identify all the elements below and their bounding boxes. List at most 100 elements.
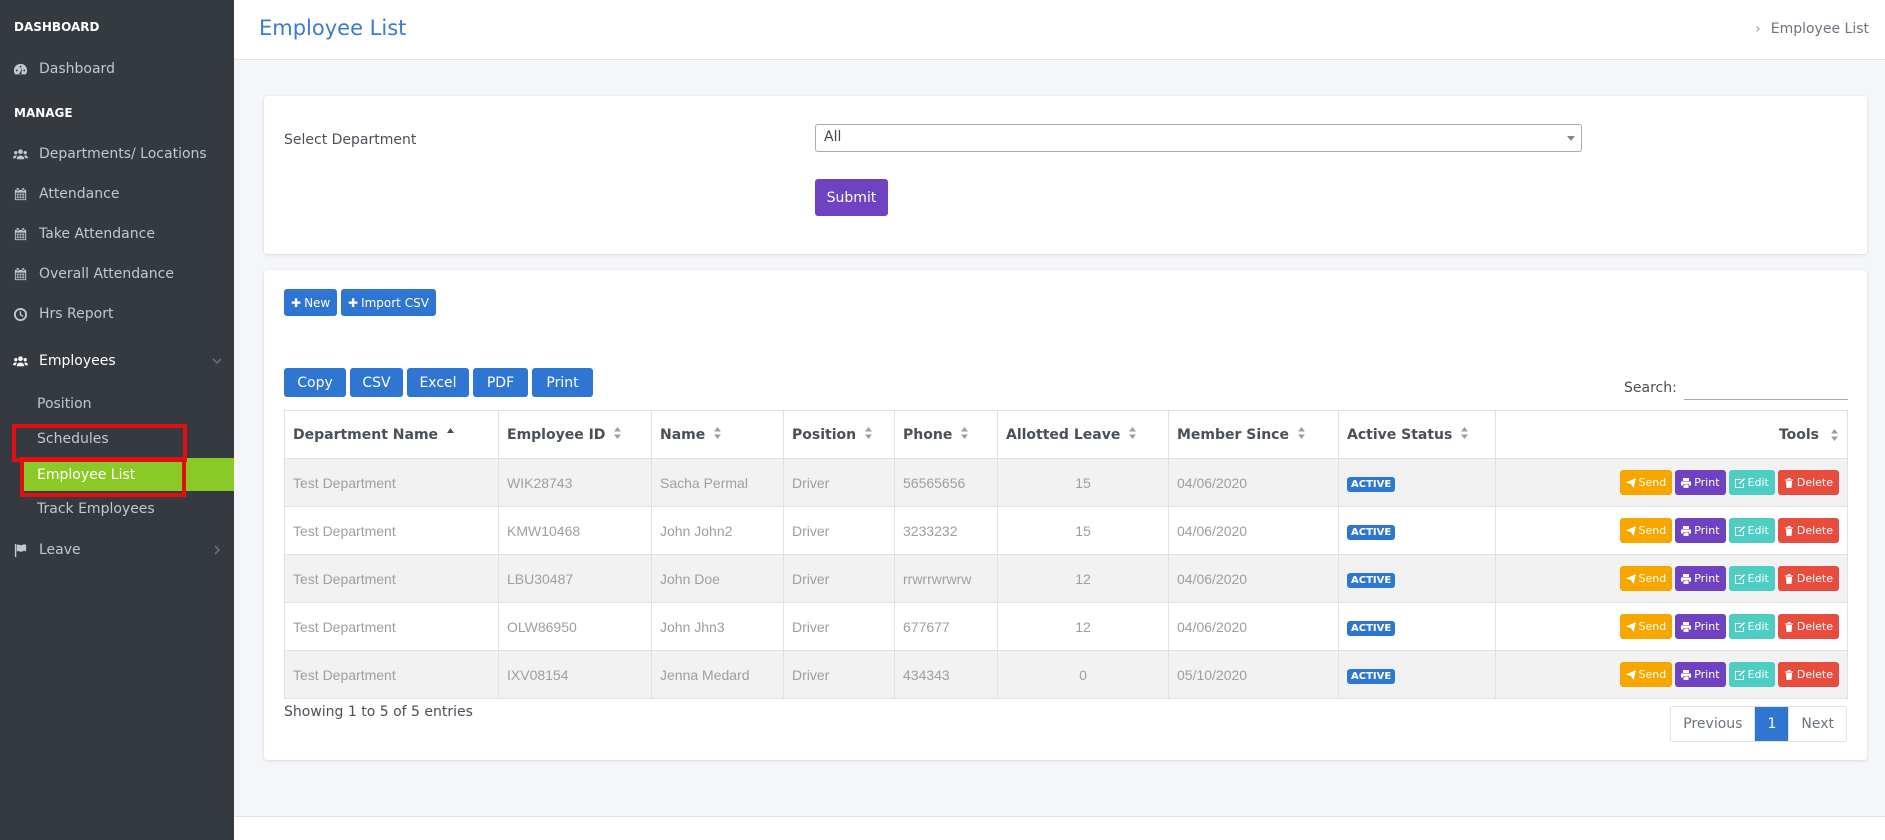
edit-button[interactable]: Edit	[1728, 614, 1775, 639]
sidebar-subitem-schedules[interactable]: Schedules	[0, 423, 234, 455]
edit-button[interactable]: Edit	[1728, 566, 1775, 591]
breadcrumb-current[interactable]: Employee List	[1771, 21, 1869, 37]
department-select[interactable]: All	[815, 124, 1582, 152]
sidebar-item-take-attendance[interactable]: Take Attendance	[0, 216, 234, 252]
cell-name: Jenna Medard	[651, 650, 784, 699]
table-row: Test Department WIK28743 Sacha Permal Drive…	[284, 458, 1848, 507]
column-header-name[interactable]: Name	[651, 410, 784, 459]
next-page-button[interactable]: Next	[1789, 707, 1846, 741]
print-button[interactable]: Print	[1675, 518, 1726, 543]
sort-icon	[713, 426, 722, 443]
submit-button[interactable]: Submit	[815, 179, 888, 216]
delete-button[interactable]: Delete	[1777, 518, 1839, 543]
sort-icon	[1460, 426, 1469, 443]
sidebar-item-label: Employees	[39, 353, 116, 369]
column-header-active-status[interactable]: Active Status	[1338, 410, 1496, 459]
cell-employee-id: KMW10468	[498, 506, 652, 555]
sidebar-item-attendance[interactable]: Attendance	[0, 176, 234, 212]
cell-allotted-leave: 0	[997, 650, 1169, 699]
new-button-label: New	[304, 295, 331, 310]
plus-icon: ✚	[291, 295, 302, 310]
print-button[interactable]: Print	[1675, 566, 1726, 591]
cell-department: Test Department	[284, 458, 499, 507]
cell-phone: rrwrrwrwrw	[894, 554, 998, 603]
trash-icon	[1784, 573, 1794, 584]
status-badge: ACTIVE	[1347, 524, 1396, 540]
send-label: Send	[1638, 668, 1667, 681]
excel-button[interactable]: Excel	[407, 368, 469, 397]
cell-member-since: 04/06/2020	[1168, 458, 1339, 507]
status-badge: ACTIVE	[1347, 668, 1396, 684]
trash-icon	[1784, 621, 1794, 632]
send-button[interactable]: Send	[1619, 614, 1673, 639]
page-1-button[interactable]: 1	[1755, 707, 1790, 741]
column-header-allotted-leave[interactable]: Allotted Leave	[997, 410, 1169, 459]
cell-allotted-leave: 15	[997, 506, 1169, 555]
send-icon	[1625, 477, 1636, 488]
delete-button[interactable]: Delete	[1777, 614, 1839, 639]
chevron-right-icon	[212, 543, 222, 557]
send-button[interactable]: Send	[1619, 470, 1673, 495]
print-button[interactable]: Print	[1675, 614, 1726, 639]
cell-tools: Send Print Edit Delete	[1495, 602, 1848, 651]
sidebar-item-leave[interactable]: Leave	[0, 532, 234, 568]
column-header-position[interactable]: Position	[783, 410, 895, 459]
delete-button[interactable]: Delete	[1777, 662, 1839, 687]
send-button[interactable]: Send	[1619, 662, 1673, 687]
import-csv-button[interactable]: ✚ Import CSV	[341, 289, 436, 316]
print-button[interactable]: Print	[532, 368, 593, 397]
column-header-department[interactable]: Department Name	[284, 410, 499, 459]
delete-label: Delete	[1796, 524, 1833, 537]
sidebar-item-hrs-report[interactable]: Hrs Report	[0, 296, 234, 332]
sidebar-subitem-employee-list[interactable]: Employee List	[22, 458, 234, 491]
print-button[interactable]: Print	[1675, 662, 1726, 687]
column-header-member-since[interactable]: Member Since	[1168, 410, 1339, 459]
status-badge: ACTIVE	[1347, 572, 1396, 588]
edit-label: Edit	[1747, 620, 1769, 633]
delete-button[interactable]: Delete	[1777, 566, 1839, 591]
sidebar-item-label: Leave	[39, 542, 81, 558]
sidebar-subitem-track-employees[interactable]: Track Employees	[0, 493, 234, 525]
sidebar-item-dashboard[interactable]: Dashboard	[0, 51, 234, 87]
pdf-button[interactable]: PDF	[473, 368, 528, 397]
column-header-tools[interactable]: Tools	[1495, 410, 1848, 459]
sort-asc-icon	[446, 427, 455, 443]
sidebar-item-label: Attendance	[39, 186, 120, 202]
search-input[interactable]	[1684, 376, 1848, 400]
cell-active-status: ACTIVE	[1338, 506, 1496, 555]
column-header-employee-id[interactable]: Employee ID	[498, 410, 652, 459]
cell-allotted-leave: 12	[997, 602, 1169, 651]
send-label: Send	[1638, 620, 1667, 633]
sort-icon	[1297, 426, 1306, 443]
footer	[234, 816, 1885, 840]
cell-member-since: 04/06/2020	[1168, 554, 1339, 603]
sidebar-item-employees[interactable]: Employees	[0, 343, 234, 379]
cell-name: John Doe	[651, 554, 784, 603]
plus-icon: ✚	[348, 295, 359, 310]
edit-button[interactable]: Edit	[1728, 662, 1775, 687]
trash-icon	[1784, 477, 1794, 488]
pagination: Previous 1 Next	[1670, 706, 1847, 742]
sort-icon	[960, 426, 969, 443]
cell-employee-id: WIK28743	[498, 458, 652, 507]
print-icon	[1681, 525, 1692, 536]
previous-page-button[interactable]: Previous	[1671, 707, 1756, 741]
print-button[interactable]: Print	[1675, 470, 1726, 495]
send-button[interactable]: Send	[1619, 566, 1673, 591]
cell-active-status: ACTIVE	[1338, 602, 1496, 651]
send-button[interactable]: Send	[1619, 518, 1673, 543]
sidebar-item-departments[interactable]: Departments/ Locations	[0, 136, 234, 172]
table-row: Test Department OLW86950 John Jhn3 Driver 67…	[284, 602, 1848, 651]
breadcrumb: › Employee List	[1755, 21, 1869, 37]
delete-button[interactable]: Delete	[1777, 470, 1839, 495]
column-header-phone[interactable]: Phone	[894, 410, 998, 459]
cell-allotted-leave: 15	[997, 458, 1169, 507]
print-label: Print	[1694, 620, 1720, 633]
edit-button[interactable]: Edit	[1728, 518, 1775, 543]
csv-button[interactable]: CSV	[350, 368, 403, 397]
sidebar-item-overall-attendance[interactable]: Overall Attendance	[0, 256, 234, 292]
copy-button[interactable]: Copy	[284, 368, 346, 397]
sidebar-subitem-position[interactable]: Position	[0, 388, 234, 420]
edit-button[interactable]: Edit	[1728, 470, 1775, 495]
new-button[interactable]: ✚ New	[284, 289, 338, 316]
